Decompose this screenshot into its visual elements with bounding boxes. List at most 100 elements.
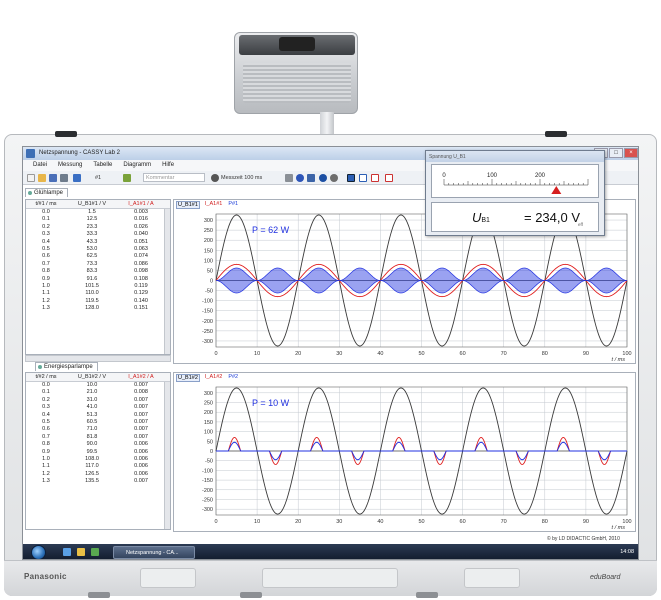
open-folder-icon[interactable] [38,174,46,182]
table-row[interactable]: 0.9 99.5 0.006 [26,449,170,456]
tab-gluehlampe[interactable]: Glühlampe [25,188,69,197]
table-row[interactable]: 0.6 71.0 0.007 [26,426,170,433]
stylus-pen[interactable] [88,592,110,598]
table-row[interactable]: 0.6 62.5 0.074 [26,253,170,260]
table-row[interactable]: 0.4 51.3 0.007 [26,412,170,419]
table-row[interactable]: 0.2 23.3 0.026 [26,224,170,231]
print-icon[interactable] [60,174,68,182]
table-row[interactable]: 0.8 90.0 0.006 [26,441,170,448]
menu-diagramm[interactable]: Diagramm [123,162,151,171]
table-cell: 0.026 [134,223,148,230]
table-row[interactable]: 0.1 12.5 0.016 [26,216,170,223]
save-icon[interactable] [49,174,57,182]
table-row[interactable]: 0.8 83.3 0.098 [26,268,170,275]
table-row[interactable]: 1.3 128.0 0.151 [26,305,170,312]
y-tick-label: -200 [202,319,213,325]
meter-scale-label: 200 [535,173,546,179]
clock-icon[interactable] [330,174,338,182]
sensor-icon[interactable] [347,174,355,182]
table-icon[interactable] [285,174,293,182]
table-row[interactable]: 1.2 126.5 0.006 [26,471,170,478]
taskbar-item-cassy[interactable]: Netzspannung - CA... [113,546,195,559]
column-header-voltage[interactable]: U_B1#1 / V [66,200,118,208]
table-row[interactable]: 0.1 21.0 0.008 [26,389,170,396]
stylus-pen[interactable] [416,592,438,598]
pen-tray-center[interactable] [262,568,398,588]
comment-input[interactable]: Kommentar [143,173,205,182]
start-measure-icon[interactable] [296,174,304,182]
tab-energiesparlampe[interactable]: Energiesparlampe [35,362,98,371]
column-header-time[interactable]: t/#1 / ms [26,200,66,208]
chart-bottom[interactable]: 300250200150100500-50-100-150-200-250-30… [174,373,637,533]
y-tick-label: 300 [204,218,213,224]
table-row[interactable]: 1.0 108.0 0.006 [26,456,170,463]
ie-icon[interactable] [63,548,71,556]
channel-selector[interactable]: #1 [95,175,101,184]
table-row[interactable]: 0.3 33.3 0.040 [26,231,170,238]
table-cell: 31.0 [86,396,98,403]
table-cell: 1.0 [42,455,50,462]
window-icon[interactable] [307,174,315,182]
power-display-icon[interactable] [385,174,393,182]
horizontal-scrollbar[interactable] [25,355,171,362]
power-annotation: P = 62 W [252,225,290,235]
table-cell: 0.007 [134,478,148,485]
table-row[interactable]: 1.3 135.5 0.007 [26,478,170,485]
pen-tray-right[interactable] [464,568,520,588]
table-row[interactable]: 0.3 41.0 0.007 [26,404,170,411]
system-clock[interactable]: 14:08 [620,549,634,555]
x-tick-label: 60 [460,519,466,525]
table-cell: 0.006 [134,441,148,448]
vertical-scrollbar[interactable] [164,382,170,529]
table-row[interactable]: 1.1 110.0 0.129 [26,290,170,297]
measure-time-label[interactable]: Messzeit 100 ms [221,175,262,184]
close-button[interactable]: × [624,148,638,158]
projector-lens [279,37,315,51]
table-row[interactable]: 0.0 1.5 0.003 [26,209,170,216]
table-row[interactable]: 0.7 73.3 0.086 [26,261,170,268]
explorer-icon[interactable] [77,548,85,556]
column-header-current[interactable]: I_A1#2 / A [118,373,164,381]
table-body: 0.0 10.0 0.007 0.1 21.0 0.008 0.2 31.0 0.007 0.3 4… [26,382,170,485]
table-row[interactable]: 0.7 81.8 0.007 [26,434,170,441]
pen-tray-left[interactable] [140,568,196,588]
info-icon[interactable] [319,174,327,182]
edit-icon[interactable] [123,174,131,182]
new-file-icon[interactable] [27,174,35,182]
column-header-voltage[interactable]: U_B1#2 / V [66,373,118,381]
x-tick-label: 40 [377,351,383,357]
menu-datei[interactable]: Datei [33,162,47,171]
table-row[interactable]: 0.5 60.5 0.007 [26,419,170,426]
table-cell: 0.5 [42,418,50,425]
table-row[interactable]: 0.2 31.0 0.007 [26,397,170,404]
table-row[interactable]: 1.1 117.0 0.006 [26,463,170,470]
settings-icon[interactable] [73,174,81,182]
voltage-display-icon[interactable] [359,174,367,182]
table-row[interactable]: 0.0 10.0 0.007 [26,382,170,389]
current-display-icon[interactable] [371,174,379,182]
menu-hilfe[interactable]: Hilfe [162,162,174,171]
maximize-button[interactable]: □ [609,148,623,158]
column-header-current[interactable]: I_A1#1 / A [118,200,164,208]
stopwatch-icon[interactable] [211,174,219,182]
table-cell: 126.5 [85,470,99,477]
table-row[interactable]: 1.0 101.5 0.119 [26,283,170,290]
y-tick-label: 100 [204,258,213,264]
table-cell: 0.7 [42,260,50,267]
voltage-meter-window[interactable]: Spannung U_B1 0 100 200 UB1 = 234,0 V eff [425,150,605,236]
start-button-icon[interactable] [31,545,46,559]
board-brand-secondary: eduBoard [590,574,621,581]
table-cell: 73.3 [86,260,98,267]
vertical-scrollbar[interactable] [164,209,170,354]
menu-tabelle[interactable]: Tabelle [93,162,112,171]
media-icon[interactable] [91,548,99,556]
table-cell: 0.086 [134,260,148,267]
column-header-time[interactable]: t/#2 / ms [26,373,66,381]
readout-symbol-letter: U [472,210,482,225]
menu-messung[interactable]: Messung [58,162,82,171]
stylus-pen[interactable] [240,592,262,598]
table-row[interactable]: 1.2 119.5 0.140 [26,298,170,305]
table-row[interactable]: 0.9 91.6 0.108 [26,276,170,283]
table-row[interactable]: 0.5 53.0 0.063 [26,246,170,253]
table-row[interactable]: 0.4 43.3 0.051 [26,239,170,246]
